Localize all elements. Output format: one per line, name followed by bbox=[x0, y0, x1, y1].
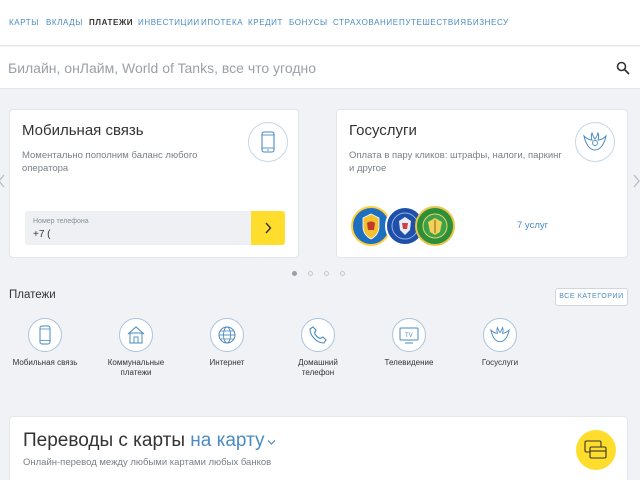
category-gosuslugi[interactable]: Госуслуги bbox=[460, 318, 540, 368]
smartphone-icon bbox=[28, 318, 62, 352]
category-home-phone[interactable]: Домашний телефон bbox=[278, 318, 358, 378]
transfer-subtitle: Онлайн-перевод между любыми картами любы… bbox=[23, 457, 272, 468]
globe-icon bbox=[210, 318, 244, 352]
mobile-card-title: Мобильная связь bbox=[22, 122, 144, 139]
carousel-dot[interactable] bbox=[308, 271, 313, 276]
category-label: Мобильная связь bbox=[12, 358, 78, 367]
phone-number-field[interactable]: Номер телефона +7 ( bbox=[25, 211, 285, 245]
carousel-next-arrow-icon[interactable] bbox=[633, 174, 640, 188]
nav-item-deposits[interactable]: Вклады bbox=[46, 18, 83, 27]
chevron-right-icon bbox=[265, 222, 272, 234]
transfer-title: Переводы с карты на карту bbox=[23, 430, 276, 452]
phone-number-value[interactable]: +7 ( bbox=[33, 229, 51, 240]
phone-handset-icon bbox=[301, 318, 335, 352]
eagle-emblem-icon bbox=[483, 318, 517, 352]
fssp-emblem[interactable] bbox=[415, 206, 455, 246]
chevron-down-icon bbox=[268, 440, 276, 445]
gosuslugi-card: Госуслуги Оплата в пару кликов: штрафы, … bbox=[336, 109, 628, 258]
transfer-title-prefix: Переводы с карты bbox=[23, 430, 185, 451]
search-bar bbox=[0, 47, 640, 89]
transfer-type-dropdown[interactable]: на карту bbox=[190, 430, 276, 451]
phone-submit-button[interactable] bbox=[251, 211, 285, 245]
smartphone-icon bbox=[248, 122, 288, 162]
nav-item-business[interactable]: Бизнесу bbox=[467, 18, 509, 27]
category-label: Телевидение bbox=[384, 358, 434, 367]
nav-item-travel[interactable]: Путешествия bbox=[399, 18, 467, 27]
carousel-dot[interactable] bbox=[340, 271, 345, 276]
nav-item-credit[interactable]: Кредит bbox=[248, 18, 283, 27]
gos-card-description: Оплата в пару кликов: штрафы, налоги, па… bbox=[349, 150, 562, 174]
eagle-emblem-icon bbox=[575, 122, 615, 162]
category-label: Госуслуги bbox=[481, 358, 519, 367]
category-internet[interactable]: Интернет bbox=[187, 318, 267, 368]
nav-item-payments[interactable]: Платежи bbox=[89, 18, 133, 27]
phone-number-label: Номер телефона bbox=[33, 218, 89, 225]
carousel-prev-arrow-icon[interactable] bbox=[0, 174, 6, 188]
category-label: Интернет bbox=[209, 358, 245, 367]
search-input[interactable] bbox=[8, 56, 598, 80]
cards-icon bbox=[576, 430, 616, 470]
carousel-dot[interactable] bbox=[292, 271, 297, 276]
carousel-dot[interactable] bbox=[324, 271, 329, 276]
transfer-type-label: на карту bbox=[190, 430, 265, 451]
category-utilities[interactable]: Коммунальные платежи bbox=[96, 318, 176, 378]
transfer-card: Переводы с карты на карту Онлайн-перевод… bbox=[9, 416, 628, 480]
top-navigation: Карты Вклады Платежи Инвестиции Ипотека … bbox=[0, 0, 640, 46]
nav-item-insurance[interactable]: Страхование bbox=[333, 18, 399, 27]
svg-text:TV: TV bbox=[405, 333, 413, 339]
mobile-payment-card: Мобильная связь Моментально пополним бал… bbox=[9, 109, 299, 258]
payments-section-title: Платежи bbox=[9, 289, 56, 301]
all-categories-button[interactable]: ВСЕ КАТЕГОРИИ bbox=[555, 288, 628, 306]
category-mobile[interactable]: Мобильная связь bbox=[5, 318, 85, 368]
mobile-card-description: Моментально пополним баланс любого опера… bbox=[22, 150, 198, 174]
gos-services-link[interactable]: 7 услуг bbox=[517, 220, 548, 231]
category-label: Коммунальные платежи bbox=[107, 358, 165, 377]
category-tv[interactable]: TV Телевидение bbox=[369, 318, 449, 368]
house-icon bbox=[119, 318, 153, 352]
tv-icon: TV bbox=[392, 318, 426, 352]
nav-item-bonuses[interactable]: Бонусы bbox=[289, 18, 328, 27]
nav-item-mortgage[interactable]: Ипотека bbox=[201, 18, 243, 27]
search-icon[interactable] bbox=[616, 61, 630, 75]
nav-item-investments[interactable]: Инвестиции bbox=[138, 18, 200, 27]
category-label: Домашний телефон bbox=[298, 358, 338, 377]
nav-item-cards[interactable]: Карты bbox=[9, 18, 39, 27]
gos-card-title: Госуслуги bbox=[349, 122, 417, 139]
